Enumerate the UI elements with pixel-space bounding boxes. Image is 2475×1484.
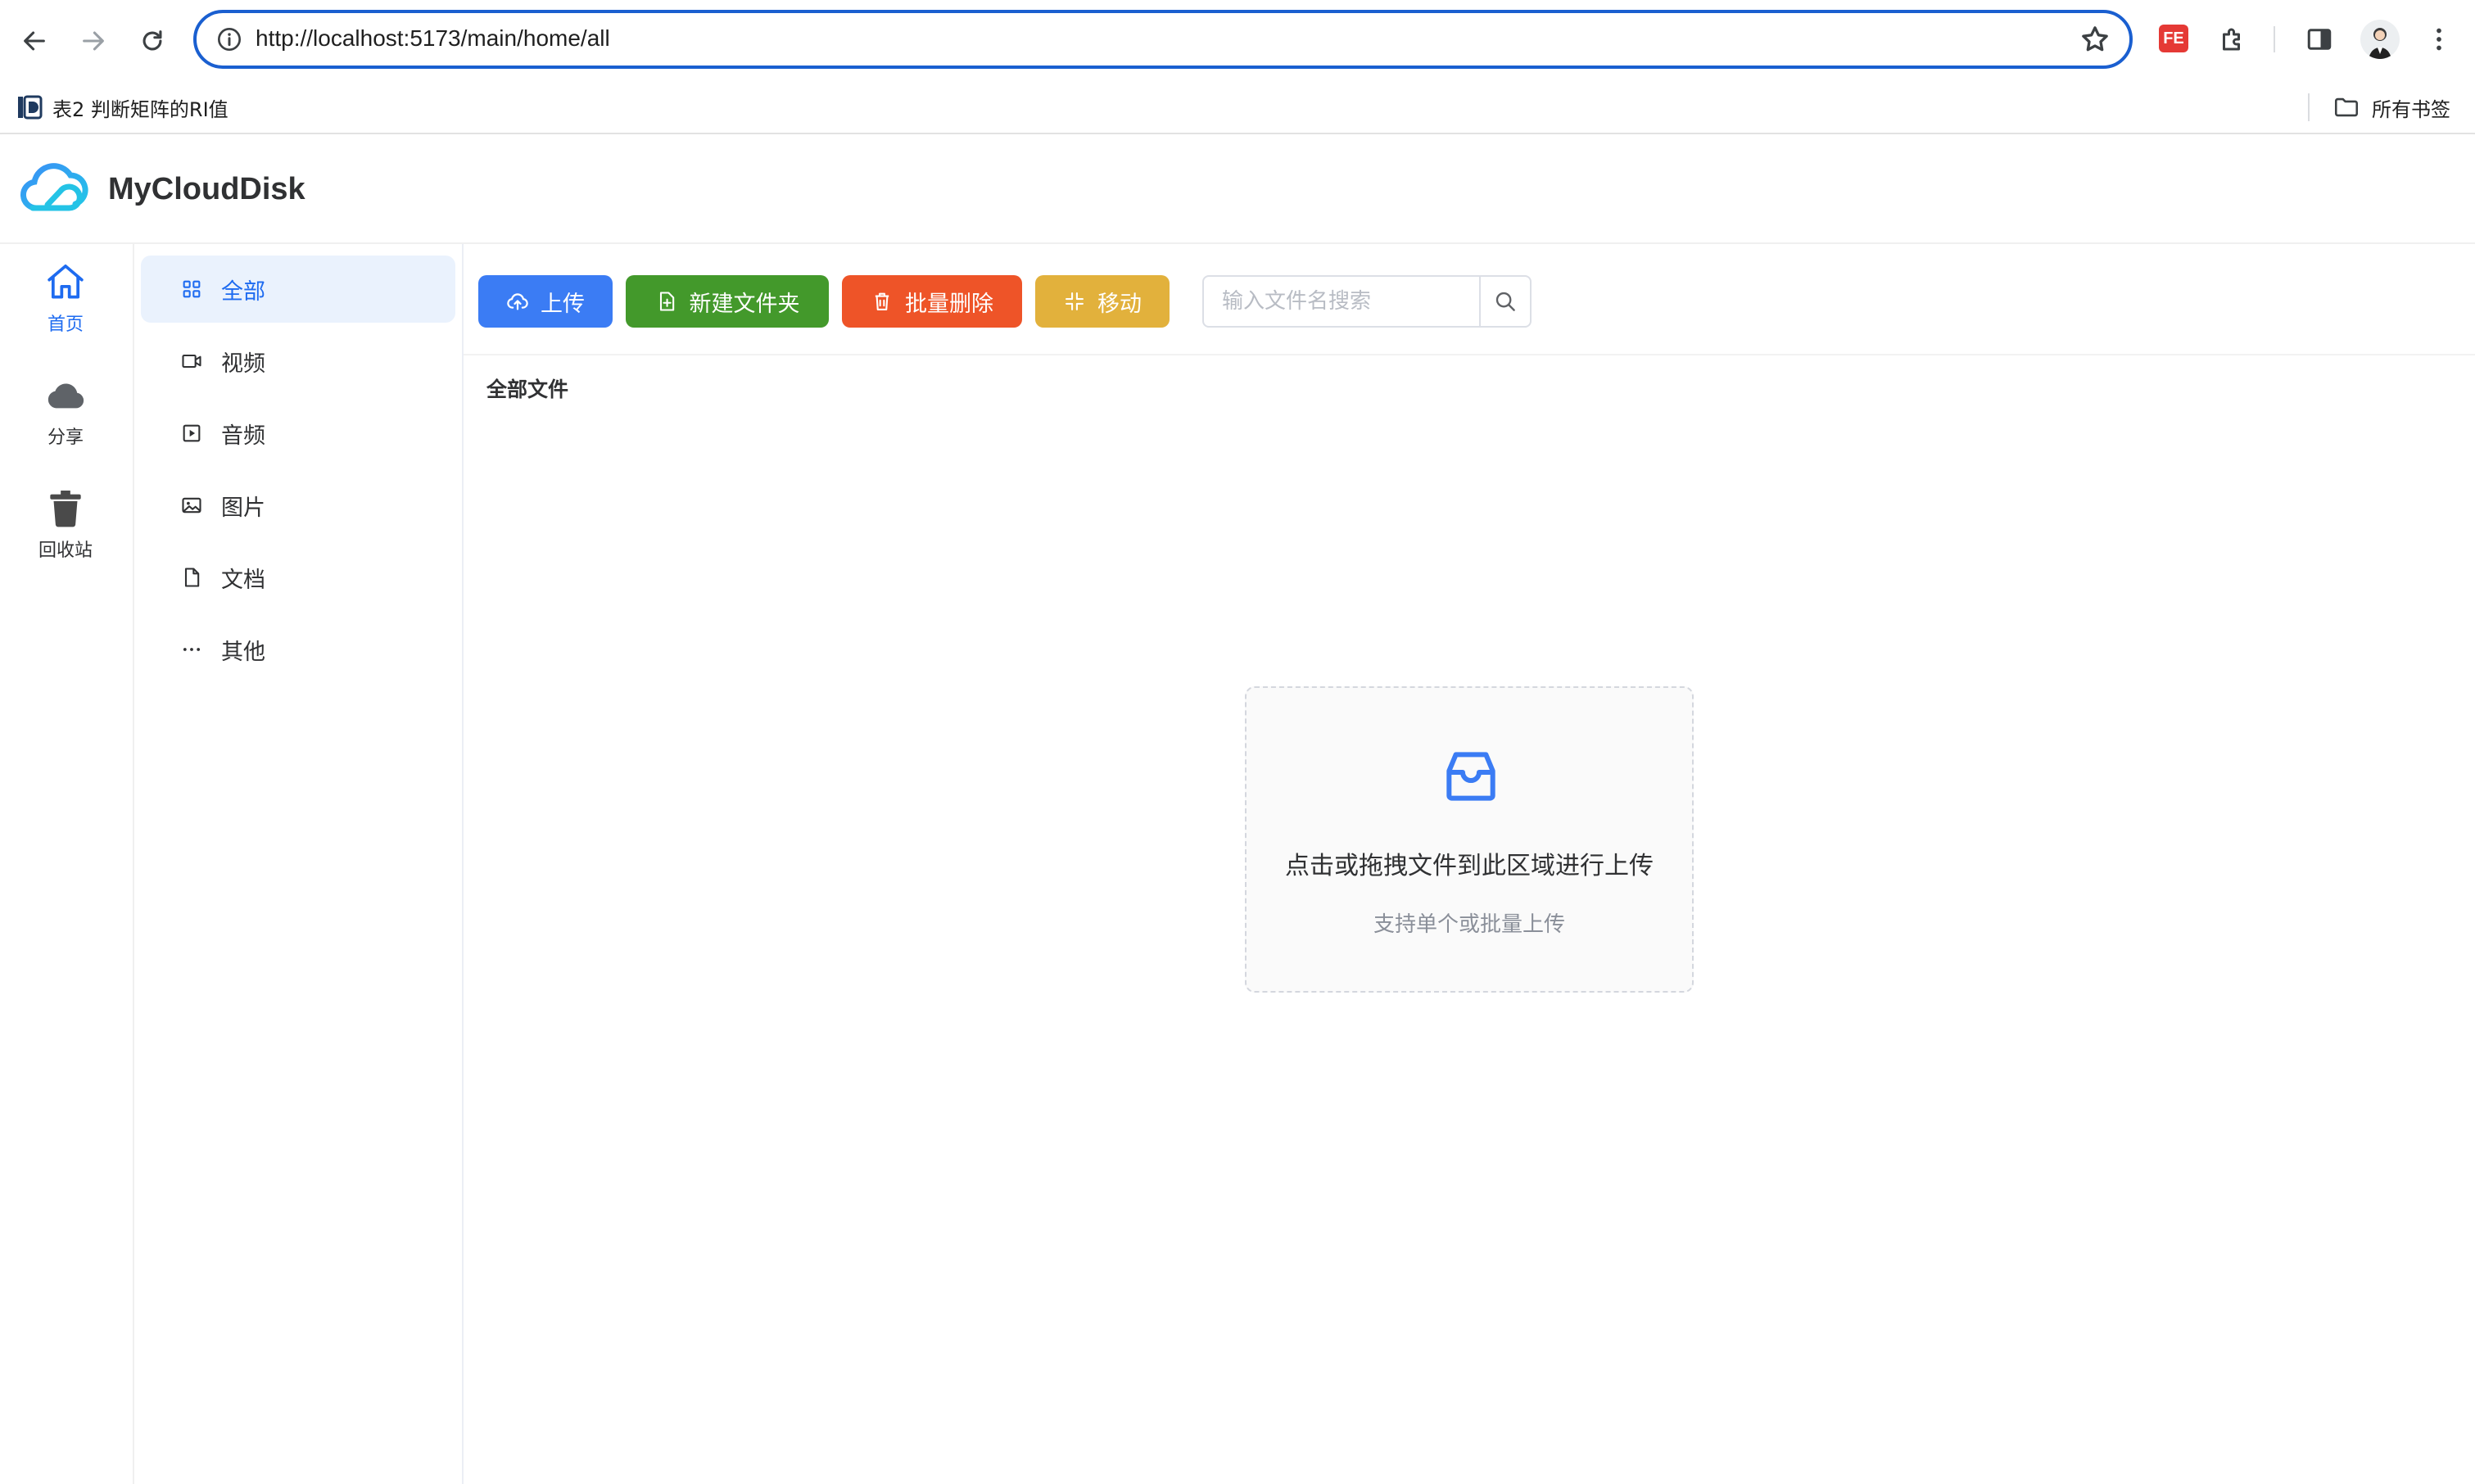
bookmarks-bar: 表2 判断矩阵的RI值 所有书签 bbox=[0, 80, 2475, 134]
video-icon bbox=[182, 354, 201, 369]
move-button[interactable]: 移动 bbox=[1035, 275, 1170, 328]
search-box bbox=[1202, 275, 1532, 328]
move-label: 移动 bbox=[1097, 291, 1142, 317]
url-text[interactable]: http://localhost:5173/main/home/all bbox=[256, 25, 610, 52]
all-bookmarks-label: 所有书签 bbox=[2372, 97, 2450, 121]
bookmarks-divider bbox=[2308, 93, 2310, 121]
folder-icon bbox=[2334, 97, 2359, 117]
reload-button[interactable] bbox=[129, 18, 175, 64]
more-vertical-icon bbox=[2437, 28, 2441, 51]
rail-label: 首页 bbox=[47, 314, 84, 335]
grid-icon bbox=[183, 280, 201, 298]
category-item-document[interactable]: 文档 bbox=[141, 544, 455, 611]
bookmark-star-icon[interactable] bbox=[2079, 23, 2111, 56]
cloud-upload-icon bbox=[507, 293, 528, 310]
new-folder-button[interactable]: 新建文件夹 bbox=[626, 275, 829, 328]
category-item-other[interactable]: 其他 bbox=[141, 616, 455, 683]
upload-dropzone[interactable]: 点击或拖拽文件到此区域进行上传 支持单个或批量上传 bbox=[1245, 686, 1694, 993]
category-item-video[interactable]: 视频 bbox=[141, 328, 455, 395]
toolbar-divider bbox=[2274, 26, 2275, 52]
main-content: 上传 新建文件夹 批量删除 移动 全部文件 点击或拖拽文件到此区域进行上传 支持… bbox=[464, 244, 2475, 1484]
arrow-left-icon bbox=[24, 31, 45, 51]
category-item-audio[interactable]: 音频 bbox=[141, 400, 455, 467]
upload-label: 上传 bbox=[541, 291, 585, 317]
home-icon bbox=[48, 265, 84, 299]
profile-avatar[interactable] bbox=[2360, 20, 2400, 59]
category-label: 全部 bbox=[221, 278, 265, 305]
side-panel-icon bbox=[2307, 29, 2332, 50]
category-nav: 全部 视频 音频 图片 文档 其他 bbox=[134, 244, 464, 1484]
category-item-all[interactable]: 全部 bbox=[141, 256, 455, 323]
cloud-logo-icon bbox=[20, 163, 88, 211]
category-label: 文档 bbox=[221, 567, 265, 593]
rail-label: 回收站 bbox=[38, 541, 93, 561]
inbox-icon bbox=[1446, 752, 1495, 801]
rail-item-share[interactable]: 分享 bbox=[0, 372, 131, 462]
category-item-image[interactable]: 图片 bbox=[141, 472, 455, 539]
bookmark-label: 表2 判断矩阵的RI值 bbox=[52, 97, 228, 121]
bookmark-item[interactable]: 表2 判断矩阵的RI值 bbox=[16, 92, 228, 123]
search-input[interactable] bbox=[1204, 277, 1479, 326]
site-info-icon[interactable] bbox=[216, 26, 242, 52]
primary-nav: 首页 分享 回收站 bbox=[0, 244, 134, 1484]
category-label: 其他 bbox=[221, 639, 265, 665]
new-folder-label: 新建文件夹 bbox=[689, 291, 800, 317]
document-icon bbox=[184, 568, 200, 587]
puzzle-icon bbox=[2223, 28, 2240, 51]
extensions-button[interactable] bbox=[2213, 20, 2252, 59]
address-bar[interactable]: http://localhost:5173/main/home/all bbox=[193, 10, 2133, 69]
arrow-right-icon bbox=[83, 31, 104, 51]
browser-toolbar: http://localhost:5173/main/home/all FE bbox=[0, 0, 2475, 80]
dropzone-subtitle: 支持单个或批量上传 bbox=[1373, 912, 1565, 937]
search-button[interactable] bbox=[1479, 277, 1530, 326]
trash-icon bbox=[50, 491, 81, 527]
file-toolbar: 上传 新建文件夹 批量删除 移动 bbox=[464, 244, 2475, 355]
audio-icon bbox=[183, 424, 201, 442]
category-label: 图片 bbox=[221, 495, 265, 521]
category-label: 视频 bbox=[221, 351, 265, 377]
back-button[interactable] bbox=[11, 18, 57, 64]
all-bookmarks-button[interactable]: 所有书签 bbox=[2332, 92, 2450, 123]
app-title: MyCloudDisk bbox=[108, 172, 305, 206]
more-icon bbox=[183, 648, 201, 651]
bookmark-favicon-icon bbox=[18, 95, 43, 120]
browser-menu-button[interactable] bbox=[2419, 20, 2459, 59]
fe-extension-icon[interactable]: FE bbox=[2159, 25, 2188, 52]
search-icon bbox=[1495, 292, 1515, 311]
reload-icon bbox=[143, 30, 162, 51]
batch-delete-button[interactable]: 批量删除 bbox=[842, 275, 1022, 328]
rail-item-recycle-bin[interactable]: 回收站 bbox=[0, 485, 131, 575]
breadcrumb: 全部文件 bbox=[486, 378, 569, 401]
cloud-icon bbox=[48, 383, 84, 409]
batch-delete-label: 批量删除 bbox=[905, 291, 993, 317]
rail-label: 分享 bbox=[47, 428, 84, 448]
delete-icon bbox=[875, 292, 889, 310]
dropzone-title: 点击或拖拽文件到此区域进行上传 bbox=[1285, 852, 1654, 880]
side-panel-button[interactable] bbox=[2300, 20, 2339, 59]
collapse-arrows-icon bbox=[1066, 292, 1084, 310]
rail-item-home[interactable]: 首页 bbox=[0, 259, 131, 349]
file-add-icon bbox=[659, 292, 674, 311]
forward-button[interactable] bbox=[70, 18, 116, 64]
image-icon bbox=[182, 497, 201, 514]
category-label: 音频 bbox=[221, 423, 265, 449]
app-header: MyCloudDisk bbox=[0, 134, 2475, 244]
upload-button[interactable]: 上传 bbox=[478, 275, 613, 328]
